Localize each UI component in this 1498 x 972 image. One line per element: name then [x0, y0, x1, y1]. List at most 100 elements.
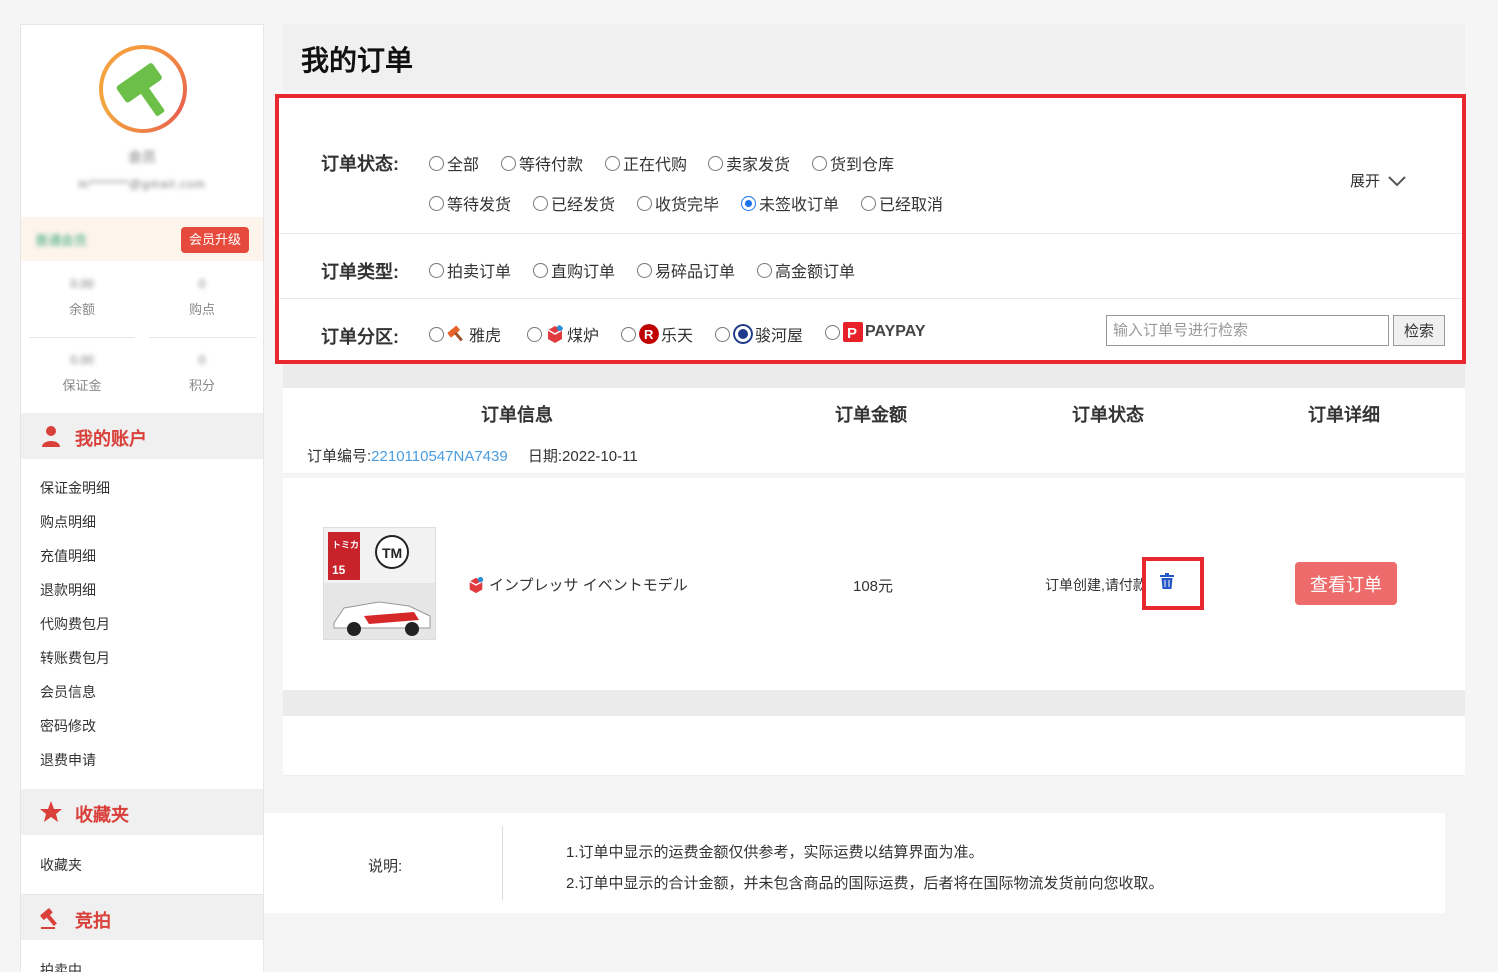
search-button[interactable]: 检索 — [1393, 315, 1445, 346]
user-icon — [42, 426, 60, 447]
deposit-stat[interactable]: 0.00 保证金 — [27, 353, 137, 394]
order-status: 订单创建,请付款 — [1045, 577, 1147, 593]
order-search-input[interactable] — [1106, 315, 1389, 346]
points-stat[interactable]: 0 购点 — [147, 277, 257, 318]
divider — [279, 298, 1462, 299]
product-name: インプレッサ イベントモデル — [489, 577, 688, 594]
product-thumbnail[interactable]: トミカ 15 TM — [323, 527, 436, 640]
option-label: 雅虎 — [469, 328, 502, 345]
menu-refund-detail[interactable]: 退款明细 — [40, 580, 96, 600]
member-row: 普通会员 会员升级 — [21, 217, 263, 261]
avatar[interactable] — [99, 45, 187, 133]
status-option-awaiting-payment[interactable]: 等待付款 — [501, 151, 583, 175]
expand-label: 展开 — [1349, 173, 1380, 190]
favorites-section-title: 收藏夹 — [75, 805, 129, 825]
order-filter-panel: 订单状态: 全部 等待付款 正在代购 卖家发货 货到仓库 等待发货 已经发货 收… — [275, 94, 1466, 364]
option-label: 未签收订单 — [759, 197, 840, 214]
auction-section-header[interactable]: 竞拍 — [21, 894, 263, 940]
radio-icon — [637, 195, 652, 211]
menu-deposit-detail[interactable]: 保证金明细 — [40, 478, 110, 498]
menu-proxy-fee-monthly[interactable]: 代购费包月 — [40, 614, 110, 634]
status-option-all[interactable]: 全部 — [429, 151, 479, 175]
option-label: 等待付款 — [519, 157, 584, 174]
option-label: 拍卖订单 — [447, 264, 512, 281]
svg-text:P: P — [847, 325, 857, 342]
zone-option-mercari[interactable]: 煤炉 — [527, 322, 599, 346]
auction-section-title: 竞拍 — [75, 911, 111, 931]
svg-text:トミカ: トミカ — [332, 540, 359, 550]
radio-icon — [501, 155, 516, 171]
menu-auction-active[interactable]: 拍卖中 — [40, 960, 82, 972]
status-option-cancelled[interactable]: 已经取消 — [861, 191, 943, 215]
account-section-header[interactable]: 我的账户 — [21, 413, 263, 459]
option-label: 全部 — [447, 157, 480, 174]
divider — [149, 337, 257, 338]
score-label: 积分 — [188, 378, 215, 393]
menu-transfer-fee-monthly[interactable]: 转账费包月 — [40, 648, 110, 668]
points-value: 0 — [198, 277, 206, 291]
radio-icon — [812, 155, 827, 171]
zone-option-rakuten[interactable]: R 乐天 — [621, 322, 693, 346]
type-option-direct[interactable]: 直购订单 — [533, 258, 615, 282]
radio-icon — [708, 155, 723, 171]
status-option-received[interactable]: 收货完毕 — [637, 191, 719, 215]
status-option-purchasing[interactable]: 正在代购 — [605, 151, 687, 175]
option-label: 骏河屋 — [755, 328, 804, 345]
trash-icon[interactable] — [1160, 573, 1174, 589]
username: 会员 — [128, 149, 156, 165]
type-option-high-value[interactable]: 高金额订单 — [757, 258, 855, 282]
separator-band — [283, 364, 1465, 388]
menu-recharge-detail[interactable]: 充值明细 — [40, 546, 96, 566]
delete-order-highlight — [1142, 557, 1204, 610]
zone-option-paypay[interactable]: P PAYPAY — [825, 322, 925, 342]
radio-icon — [621, 326, 636, 342]
option-label: 已经发货 — [551, 197, 616, 214]
menu-points-detail[interactable]: 购点明细 — [40, 512, 96, 532]
status-option-awaiting-shipment[interactable]: 等待发货 — [429, 191, 511, 215]
status-option-unsigned[interactable]: 未签收订单 — [741, 191, 839, 215]
radio-icon — [757, 262, 772, 278]
radio-icon — [429, 262, 444, 278]
upgrade-button[interactable]: 会员升级 — [180, 227, 249, 253]
status-option-arrived-warehouse[interactable]: 货到仓库 — [812, 151, 894, 175]
svg-text:TM: TM — [382, 545, 402, 561]
svg-text:15: 15 — [332, 563, 346, 577]
zone-option-yahoo[interactable]: 雅虎 — [429, 322, 501, 346]
score-stat[interactable]: 0 积分 — [147, 353, 257, 394]
order-meta: 订单编号:2210110547NA7439 日期:2022-10-11 — [307, 445, 638, 466]
notes-label: 说明: — [368, 858, 403, 875]
radio-icon — [637, 262, 652, 278]
balance-stat[interactable]: 0.00 余额 — [27, 277, 137, 318]
order-no-label: 订单编号: — [307, 448, 372, 465]
product-name-link[interactable]: インプレッサ イベントモデル — [467, 574, 688, 595]
order-number-link[interactable]: 2210110547NA7439 — [371, 448, 508, 465]
status-option-shipped[interactable]: 已经发货 — [533, 191, 615, 215]
type-option-fragile[interactable]: 易碎品订单 — [637, 258, 735, 282]
status-option-seller-shipped[interactable]: 卖家发货 — [708, 151, 790, 175]
menu-member-info[interactable]: 会员信息 — [40, 682, 96, 702]
menu-favorites[interactable]: 收藏夹 — [40, 855, 82, 875]
order-row: トミカ 15 TM インプレッサ イベントモデル 108元 订单创建,请付款 查… — [283, 478, 1465, 690]
zone-option-surugaya[interactable]: 骏河屋 — [715, 322, 803, 346]
option-label: 收货完毕 — [655, 197, 720, 214]
deposit-label: 保证金 — [62, 378, 102, 393]
menu-password-change[interactable]: 密码修改 — [40, 716, 96, 736]
date-label: 日期: — [527, 448, 563, 465]
divider — [29, 337, 135, 338]
favorites-section-header[interactable]: 收藏夹 — [21, 789, 263, 835]
account-section-title: 我的账户 — [75, 429, 147, 449]
type-option-auction[interactable]: 拍卖订单 — [429, 258, 511, 282]
order-type-label: 订单类型: — [321, 262, 399, 282]
expand-toggle[interactable]: 展开 — [1350, 170, 1406, 191]
note-line-2: 2.订单中显示的合计金额，并未包含商品的国际运费，后者将在国际物流发货前向您收取… — [566, 875, 1164, 892]
svg-text:R: R — [644, 327, 654, 342]
separator-band — [283, 690, 1465, 716]
option-label: 煤炉 — [567, 328, 600, 345]
view-order-button[interactable]: 查看订单 — [1295, 562, 1397, 605]
member-level: 普通会员 — [35, 233, 88, 248]
option-label: 易碎品订单 — [655, 264, 736, 281]
menu-fee-refund-request[interactable]: 退费申请 — [40, 750, 96, 770]
radio-icon — [429, 155, 444, 171]
option-label: 等待发货 — [447, 197, 512, 214]
paypay-icon: P — [843, 322, 863, 342]
